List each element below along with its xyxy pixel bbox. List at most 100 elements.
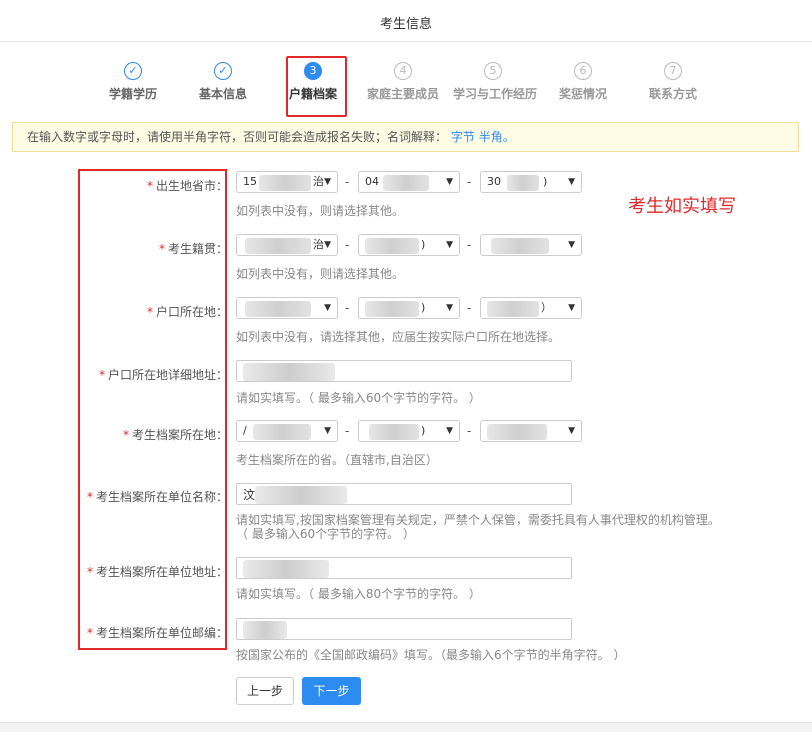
next-step-button[interactable]: 下一步: [302, 677, 361, 705]
chevron-down-icon: ▼: [568, 303, 575, 313]
chevron-down-icon: ▼: [446, 303, 453, 313]
archive-unit-zip-input[interactable]: [236, 618, 572, 640]
redacted-value: [369, 424, 419, 440]
separator: -: [467, 301, 472, 315]
select-native-city[interactable]: ) ▼: [358, 234, 460, 256]
chevron-down-icon: ▼: [568, 177, 575, 187]
select-archive-province[interactable]: / ▼: [236, 420, 338, 442]
help-archive-place: 考生档案所在的省。（直辖市,自治区）: [236, 453, 438, 467]
required-mark: *: [86, 490, 93, 504]
label-hukou: * 户口所在地：: [146, 305, 228, 319]
required-mark: *: [86, 565, 93, 579]
help-archive-unit-name-2: （ 最多输入60个字节的字符。 ）: [236, 527, 415, 541]
chevron-down-icon: ▼: [324, 303, 331, 313]
page-title: 考生信息: [379, 17, 432, 32]
label-archive-place: * 考生档案所在地：: [122, 428, 228, 442]
redacted-value: [487, 424, 547, 440]
hukou-address-input[interactable]: [236, 360, 572, 382]
chevron-down-icon: ▼: [446, 240, 453, 250]
step-label: 基本信息: [198, 87, 247, 101]
archive-unit-address-input[interactable]: [236, 557, 572, 579]
page-header: 考生信息: [0, 0, 812, 42]
redacted-value: [255, 486, 347, 504]
redacted-value: [365, 238, 419, 254]
redacted-value: [245, 238, 311, 254]
required-mark: *: [86, 626, 93, 640]
label-hukou-address: * 户口所在地详细地址：: [98, 368, 228, 382]
step-family[interactable]: 4 家庭主要成员: [363, 62, 443, 102]
select-hukou-province[interactable]: ▼: [236, 297, 338, 319]
step-xueji[interactable]: ✓ 学籍学历: [93, 62, 173, 102]
notice-bar: 在输入数字或字母时，请使用半角字符，否则可能会造成报名失败；名词解释： 字节 半…: [12, 122, 799, 152]
step-number: 4: [394, 62, 412, 80]
chevron-down-icon: ▼: [324, 240, 331, 250]
select-birthplace-city[interactable]: 04 ▼: [358, 171, 460, 193]
help-native-place: 如列表中没有，则请选择其他。: [236, 267, 405, 281]
chevron-down-icon: ▼: [446, 177, 453, 187]
chevron-down-icon: ▼: [568, 240, 575, 250]
notice-text: 在输入数字或字母时，请使用半角字符，否则可能会造成报名失败；名词解释：: [27, 130, 448, 144]
check-icon: ✓: [124, 62, 142, 80]
select-birthplace-province[interactable]: 15 治 ▼: [236, 171, 338, 193]
select-hukou-city[interactable]: ) ▼: [358, 297, 460, 319]
step-label: 联系方式: [648, 87, 697, 101]
link-halfwidth[interactable]: 半角。: [479, 130, 515, 144]
chevron-down-icon: ▼: [446, 426, 453, 436]
select-archive-city[interactable]: ) ▼: [358, 420, 460, 442]
step-study-work[interactable]: 5 学习与工作经历: [453, 62, 538, 102]
step-contact[interactable]: 7 联系方式: [633, 62, 713, 102]
label-native-place: * 考生籍贯：: [158, 242, 228, 256]
redacted-value: [507, 175, 539, 191]
help-archive-unit-zip: 按国家公布的《全国邮政编码》填写。（最多输入6个字节的半角字符。 ）: [236, 648, 626, 662]
redacted-value: [243, 621, 287, 639]
check-icon: ✓: [214, 62, 232, 80]
help-archive-unit-address: 请如实填写。（ 最多输入80个字节的字符。 ）: [236, 587, 481, 601]
redacted-value: [491, 238, 549, 254]
separator: -: [345, 301, 350, 315]
prev-step-button[interactable]: 上一步: [236, 677, 294, 705]
label-archive-unit-address: * 考生档案所在单位地址：: [86, 565, 228, 579]
step-label: 奖惩情况: [558, 87, 607, 101]
chevron-down-icon: ▼: [324, 177, 331, 187]
redacted-value: [383, 175, 429, 191]
step-number: 5: [484, 62, 502, 80]
redacted-value: [243, 560, 329, 578]
step-label: 学习与工作经历: [453, 87, 538, 101]
redacted-value: [253, 424, 311, 440]
step-progress: ✓ 学籍学历 ✓ 基本信息 3 户籍档案 4 家庭主要成员 5 学习与工作经历 …: [0, 62, 812, 112]
separator: -: [345, 175, 350, 189]
required-mark: *: [158, 242, 165, 256]
step-label: 家庭主要成员: [366, 87, 439, 101]
chevron-down-icon: ▼: [568, 426, 575, 436]
separator: -: [467, 238, 472, 252]
separator: -: [467, 424, 472, 438]
input-value: 汶: [243, 488, 256, 502]
archive-unit-name-input[interactable]: 汶: [236, 483, 572, 505]
highlight-box-step: [286, 56, 347, 117]
step-number: 6: [574, 62, 592, 80]
redacted-value: [259, 175, 311, 191]
select-hukou-county[interactable]: ） ▼: [480, 297, 582, 319]
select-archive-county[interactable]: ▼: [480, 420, 582, 442]
required-mark: *: [146, 179, 153, 193]
redacted-value: [487, 301, 539, 317]
redacted-value: [365, 301, 419, 317]
select-birthplace-county[interactable]: 30 ) ▼: [480, 171, 582, 193]
help-birthplace: 如列表中没有，则请选择其他。: [236, 204, 405, 218]
page-footer: [0, 722, 812, 732]
chevron-down-icon: ▼: [324, 426, 331, 436]
step-rewards[interactable]: 6 奖惩情况: [543, 62, 623, 102]
redacted-value: [243, 363, 335, 381]
select-native-province[interactable]: 治 ▼: [236, 234, 338, 256]
required-mark: *: [98, 368, 105, 382]
redacted-value: [245, 301, 311, 317]
select-native-county[interactable]: ▼: [480, 234, 582, 256]
label-archive-unit-zip: * 考生档案所在单位邮编：: [86, 626, 228, 640]
separator: -: [467, 175, 472, 189]
help-hukou: 如列表中没有，请选择其他，应届生按实际户口所在地选择。: [236, 330, 561, 344]
label-archive-unit-name: * 考生档案所在单位名称：: [86, 490, 228, 504]
annotation-text: 考生如实填写: [628, 196, 736, 217]
step-number: 7: [664, 62, 682, 80]
link-byte[interactable]: 字节: [451, 130, 475, 144]
step-basic-info[interactable]: ✓ 基本信息: [183, 62, 263, 102]
